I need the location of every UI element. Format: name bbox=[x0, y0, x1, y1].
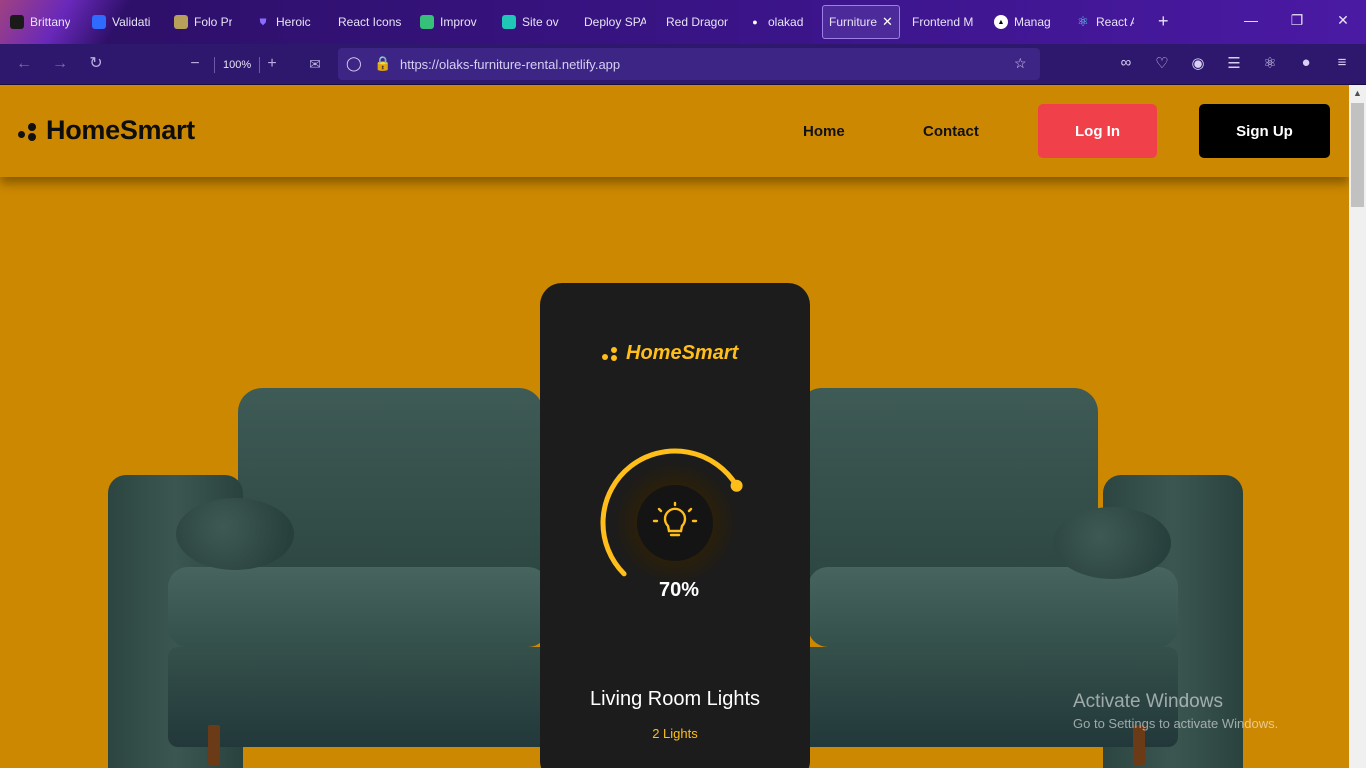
menu-icon[interactable]: ≡ bbox=[1332, 54, 1352, 71]
gauge-center bbox=[637, 485, 713, 561]
browser-tab[interactable]: Red Dragon bbox=[666, 5, 728, 39]
reload-icon[interactable]: ↻ bbox=[86, 54, 106, 74]
browser-tab[interactable]: ● olakad bbox=[748, 5, 806, 39]
zoom-in-icon[interactable]: + bbox=[262, 54, 282, 74]
browser-tab-label: Deploy SPA bbox=[584, 15, 646, 29]
url-text[interactable]: https://olaks-furniture-rental.netlify.a… bbox=[400, 57, 620, 72]
globe-icon bbox=[174, 15, 188, 29]
bookmark-star-icon[interactable]: ☆ bbox=[1014, 55, 1027, 72]
card-logo-text: HomeSmart bbox=[626, 342, 739, 364]
shield-outline-icon: ⛊ bbox=[259, 16, 267, 27]
web-page: HomeSmart Home Contact Log In Sign Up Ho… bbox=[0, 85, 1349, 768]
windows-activation-watermark: Activate Windows Go to Settings to activ… bbox=[1073, 691, 1278, 731]
browser-tab-label: Folo Pr bbox=[194, 15, 232, 29]
browser-tab[interactable]: React Icons bbox=[338, 5, 408, 39]
browser-tab-label: olakad bbox=[768, 15, 804, 29]
browser-tab-label: Frontend M bbox=[912, 15, 974, 29]
browser-tab[interactable]: Brittany bbox=[10, 5, 70, 39]
browser-tab[interactable]: ⛊ Heroic bbox=[256, 5, 314, 39]
browser-tab[interactable]: ▲ Manag bbox=[994, 5, 1052, 39]
b-logo-icon bbox=[10, 15, 24, 29]
signup-button[interactable]: Sign Up bbox=[1199, 104, 1330, 158]
zoom-level[interactable]: 100% bbox=[214, 57, 261, 73]
room-name: Living Room Lights bbox=[589, 688, 761, 710]
smart-light-card: HomeSmart 70% Living Room Lights 2 Light… bbox=[540, 283, 810, 768]
nav-home-link[interactable]: Home bbox=[803, 123, 845, 140]
gauge-handle[interactable] bbox=[730, 479, 743, 492]
address-bar[interactable]: ◯ 🔒 https://olaks-furniture-rental.netli… bbox=[338, 48, 1040, 80]
zoom-out-icon[interactable]: − bbox=[185, 54, 205, 74]
login-button[interactable]: Log In bbox=[1038, 104, 1157, 158]
card-logo: HomeSmart bbox=[602, 342, 738, 365]
mail-icon[interactable]: ✉ bbox=[305, 54, 325, 74]
browser-navigation-bar: ← → ↻ − 100% + ✉ ◯ 🔒 https://olaks-furni… bbox=[0, 44, 1366, 85]
pocket-icon[interactable]: ♡ bbox=[1152, 54, 1172, 72]
scrollbar-thumb[interactable] bbox=[1351, 103, 1364, 207]
browser-tab[interactable]: Site ov bbox=[502, 5, 560, 39]
watermark-subtitle: Go to Settings to activate Windows. bbox=[1073, 716, 1279, 731]
browser-tab[interactable]: Frontend M bbox=[912, 5, 974, 39]
browser-tab-label: Furniture bbox=[829, 15, 878, 29]
logo-dots-icon bbox=[18, 121, 40, 141]
new-tab-button[interactable]: + bbox=[1158, 12, 1169, 30]
browser-tab-label: Site ov bbox=[522, 15, 559, 29]
react-devtools-icon[interactable]: ⚛ bbox=[1260, 54, 1280, 72]
nav-contact-link[interactable]: Contact bbox=[923, 123, 979, 140]
browser-tab[interactable]: Furniture ✕ bbox=[822, 5, 900, 39]
browser-tab[interactable]: Validati bbox=[92, 5, 150, 39]
brightness-percent: 70% bbox=[658, 579, 700, 601]
close-tab-icon[interactable]: ✕ bbox=[882, 14, 893, 30]
browser-tab[interactable]: Folo Pr bbox=[174, 5, 232, 39]
minimize-icon[interactable]: — bbox=[1241, 12, 1261, 28]
watermark-title: Activate Windows bbox=[1073, 691, 1223, 712]
site-logo[interactable]: HomeSmart bbox=[18, 115, 195, 146]
browser-tab-label: Brittany bbox=[30, 15, 70, 29]
card-logo-dots-icon bbox=[602, 346, 622, 362]
browser-tab[interactable]: Improv bbox=[420, 5, 478, 39]
scroll-up-icon[interactable]: ▲ bbox=[1349, 88, 1366, 98]
page-scrollbar[interactable]: ▲ bbox=[1349, 85, 1366, 768]
browser-tab-label: React A bbox=[1096, 15, 1134, 29]
browser-tab-bar: Brittany Validati Folo Pr ⛊ Heroic React Icon… bbox=[0, 0, 1366, 44]
browser-tab[interactable]: Deploy SPA bbox=[584, 5, 646, 39]
shield-blue-icon bbox=[92, 15, 106, 29]
github-icon: ● bbox=[752, 17, 758, 27]
profile-extension-icon[interactable]: ◉ bbox=[1188, 54, 1208, 72]
forward-icon[interactable]: → bbox=[50, 54, 70, 74]
browser-tab-label: Red Dragon bbox=[666, 15, 728, 29]
restore-icon[interactable]: ❐ bbox=[1287, 12, 1307, 29]
tracking-shield-icon[interactable]: ◯ bbox=[346, 55, 362, 72]
browser-tab-label: React Icons bbox=[338, 15, 402, 29]
site-logo-text: HomeSmart bbox=[46, 115, 195, 145]
site-header: HomeSmart Home Contact Log In Sign Up bbox=[0, 85, 1349, 177]
triangle-icon: ▲ bbox=[994, 15, 1008, 29]
mask-extension-icon[interactable]: ∞ bbox=[1116, 54, 1136, 71]
lights-count: 2 Lights bbox=[652, 726, 698, 741]
browser-tab-label: Heroic bbox=[276, 15, 311, 29]
react-atom-icon: ⚛ bbox=[1077, 14, 1089, 29]
browser-tab[interactable]: ⚛ React A bbox=[1076, 5, 1134, 39]
browser-tab-label: Validati bbox=[112, 15, 150, 29]
lock-icon[interactable]: 🔒 bbox=[374, 55, 391, 72]
netlify-diamond-icon bbox=[502, 15, 516, 29]
close-window-icon[interactable]: ✕ bbox=[1333, 12, 1353, 29]
browser-tab-label: Improv bbox=[440, 15, 477, 29]
map-pin-icon bbox=[420, 15, 434, 29]
library-icon[interactable]: ☰ bbox=[1224, 54, 1244, 72]
browser-tab-label: Manag bbox=[1014, 15, 1051, 29]
color-extension-icon[interactable]: ● bbox=[1296, 54, 1316, 71]
back-icon[interactable]: ← bbox=[14, 54, 34, 74]
